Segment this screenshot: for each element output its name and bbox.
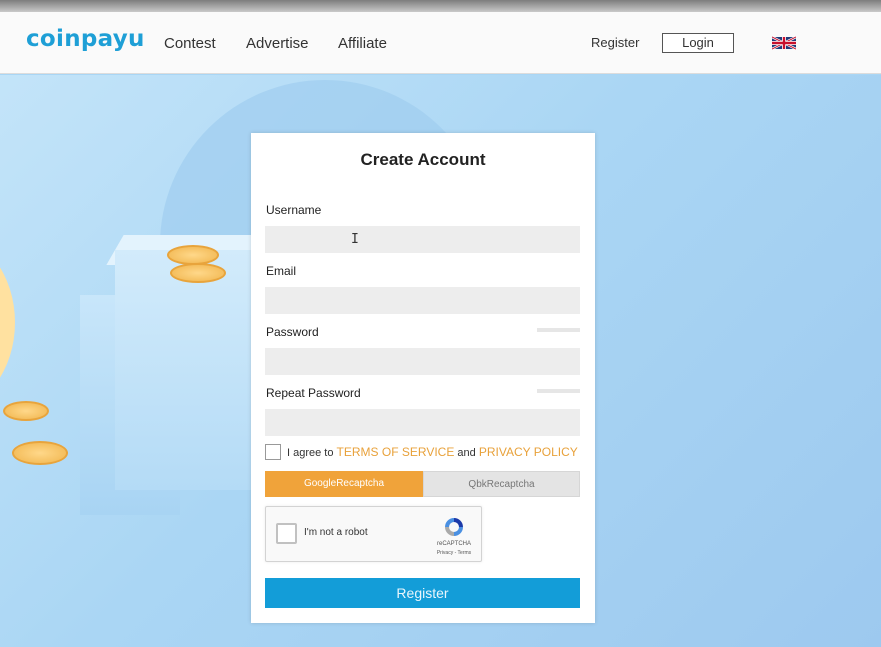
register-button[interactable]: Register [265,578,580,608]
password-strength-bar [537,328,580,332]
nav-advertise[interactable]: Advertise [246,35,309,52]
tab-qbk-recaptcha[interactable]: QbkRecaptcha [423,471,580,497]
header-register-link[interactable]: Register [591,35,639,50]
create-account-panel: Create Account Username I Email Password… [251,133,595,623]
tab-google-recaptcha[interactable]: GoogleRecaptcha [265,471,423,497]
privacy-policy-link[interactable]: PRIVACY POLICY [479,445,578,459]
large-coin-illustration [0,235,15,410]
recaptcha-brand: reCAPTCHA [436,541,471,547]
agree-prefix: I agree to [287,447,334,459]
recaptcha-checkbox[interactable] [276,523,297,544]
agree-text: I agree to TERMS OF SERVICE and PRIVACY … [287,445,578,459]
site-header: coinpayu Contest Advertise Affiliate Reg… [0,12,881,74]
form-title: Create Account [360,150,486,169]
username-label: Username [266,203,322,217]
bitcoin-coin-icon [12,441,68,465]
password-input[interactable] [265,348,580,375]
coinpayu-logo[interactable]: coinpayu [26,26,145,52]
repeat-password-label: Repeat Password [266,386,361,400]
browser-strip [0,0,881,12]
username-input[interactable] [265,226,580,253]
bitcoin-coin-icon [170,263,226,283]
login-button[interactable]: Login [662,33,734,53]
nav-affiliate[interactable]: Affiliate [338,35,387,52]
agree-and: and [457,447,476,459]
uk-flag-icon[interactable] [772,36,796,50]
iso-block-front [115,250,265,490]
terms-of-service-link[interactable]: TERMS OF SERVICE [337,445,455,459]
agree-checkbox[interactable] [265,444,281,460]
text-cursor-icon: I [351,232,359,247]
repeat-password-strength-bar [537,389,580,393]
bitcoin-coin-icon [3,401,49,421]
password-label: Password [266,325,319,339]
recaptcha-widget: I'm not a robot reCAPTCHA Privacy - Term… [265,506,482,562]
bitcoin-coin-icon [167,245,219,265]
email-label: Email [266,264,297,278]
recaptcha-label: I'm not a robot [304,527,368,538]
nav-contest[interactable]: Contest [164,35,216,52]
email-input[interactable] [265,287,580,314]
repeat-password-input[interactable] [265,409,580,436]
recaptcha-privacy-terms[interactable]: Privacy - Terms [429,550,479,556]
recaptcha-logo-icon [445,518,463,536]
